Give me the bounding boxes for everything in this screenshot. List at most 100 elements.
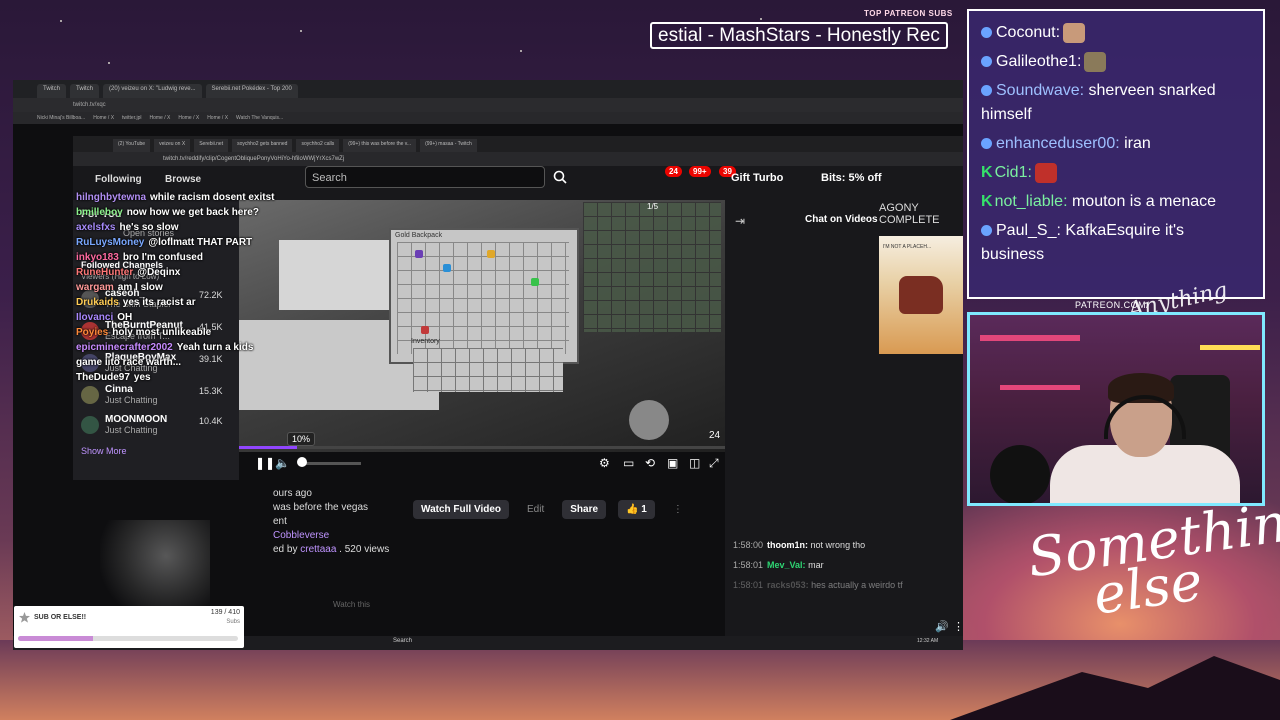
search-input[interactable]: Search [305, 166, 545, 188]
like-count: 1 [641, 504, 647, 515]
taskbar-search[interactable]: Search [393, 638, 412, 644]
volume-icon[interactable]: 🔈 [275, 456, 290, 470]
collapse-icon[interactable]: ⇥ [735, 214, 745, 228]
overlay-chat-line: TheDude97 yes [76, 370, 326, 385]
video-progress-bar[interactable] [239, 446, 725, 449]
volume-slider-knob[interactable] [297, 457, 307, 467]
chat-username[interactable]: racks053: [767, 580, 809, 590]
microphone [990, 445, 1050, 503]
stream-chat-box: Coconut: Galileothe1: Soundwave: sherveen … [967, 9, 1265, 299]
gift-turbo-button[interactable]: Gift Turbo [731, 172, 783, 184]
overlay-chat-line: bmilleboy now how we get back here? [76, 205, 326, 220]
volume-slider[interactable] [301, 462, 361, 465]
nav-browse[interactable]: Browse [165, 174, 201, 185]
pip-icon[interactable]: ▣ [667, 456, 678, 470]
notification-badge[interactable]: 24 [665, 166, 682, 177]
show-more-link[interactable]: Show More [81, 446, 127, 456]
overlay-chat-text: @Deqinx [137, 267, 181, 278]
settings-icon[interactable]: ⚙ [599, 456, 610, 470]
overlay-chat-text: bro I'm confused [122, 252, 203, 263]
chat-message: K Cid1: [981, 161, 1251, 185]
bookmark[interactable]: Home / X [207, 112, 228, 124]
emote-icon [1063, 22, 1086, 43]
overlay-chat-line: Poyies holy most unlikeable [76, 325, 326, 340]
inner-tab[interactable]: (99+) masaa - Twitch [420, 139, 477, 152]
clipper-link[interactable]: crettaaa [300, 544, 336, 555]
sidebar-channel[interactable]: MOONMOON Just Chatting [81, 414, 167, 435]
patreon-label: TOP PATREON SUBS [864, 9, 953, 18]
theatre-mode-icon[interactable]: ◫ [689, 456, 700, 470]
inner-tab[interactable]: soychho2 calls [296, 139, 340, 152]
chat-username[interactable]: thoom1n: [767, 540, 808, 550]
star [60, 20, 62, 22]
bookmark[interactable]: Home / X [93, 112, 114, 124]
cow-thumbnail[interactable]: I'M NOT A PLACEH... [879, 236, 963, 354]
overlay-chat-line: inkyo183 bro I'm confused [76, 250, 326, 265]
viewer-count: 10.4K [199, 416, 223, 426]
overlay-chat-text: game iito race warth... [76, 357, 182, 368]
pause-icon[interactable]: ❚❚ [255, 456, 275, 470]
star [760, 18, 762, 20]
overlay-chat-username: TheDude97 [76, 372, 130, 383]
overlay-chat-username: hilnghbytewna [76, 192, 146, 203]
outer-address-bar[interactable]: twitch.tv/xqc [13, 98, 963, 112]
clip-category-link[interactable]: Cobbleverse [273, 530, 389, 544]
viewer-count: 15.3K [199, 386, 223, 396]
platform-badge-icon [981, 138, 992, 150]
outer-tab[interactable]: Serebii.net Pokédex - Top 200 [205, 84, 298, 98]
edit-button[interactable]: Edit [521, 500, 550, 519]
outer-tab[interactable]: Twitch [70, 84, 100, 98]
watch-full-video-button[interactable]: Watch Full Video [413, 500, 510, 519]
sub-goal-widget: SUB OR ELSE!! 139 / 410 Subs [14, 606, 244, 648]
cow-image [899, 276, 943, 314]
shelf [980, 335, 1080, 341]
outer-tab[interactable]: (20) veizeu on X: "Ludwig reve... [103, 84, 202, 98]
share-button[interactable]: Share [562, 500, 607, 519]
sidebar-channel[interactable]: Cinna Just Chatting [81, 384, 158, 405]
bookmark[interactable]: Watch The Vanquis... [236, 112, 283, 124]
inner-tab[interactable]: (99+) this was before the v... [343, 139, 417, 152]
bookmark[interactable]: Nicki Minaj's Billboa... [37, 112, 85, 124]
overlay-chat-line: Ilovanci OH [76, 310, 326, 325]
cast-icon[interactable]: ▭ [623, 456, 634, 470]
inner-tab[interactable]: Serebii.net [194, 139, 229, 152]
nav-following[interactable]: Following [95, 174, 142, 185]
webcam-feed [967, 312, 1265, 506]
volume-icon[interactable]: 🔊 [935, 620, 949, 633]
inventory-title: Gold Backpack [395, 232, 443, 239]
like-button[interactable]: 👍 1 [618, 500, 655, 519]
fullscreen-icon[interactable]: ⤢ [709, 456, 719, 471]
bookmark[interactable]: twitter.jpl [122, 112, 141, 124]
emote-icon [1084, 51, 1107, 72]
item-icon [443, 264, 451, 272]
overlay-chat-line: epicminecrafter2002 Yeah turn a kids [76, 340, 326, 355]
bookmark[interactable]: Home / X [178, 112, 199, 124]
overlay-chat-username: axelsfxs [76, 222, 116, 233]
ticker-text: estial - MashStars - Honestly Rec [658, 25, 940, 46]
bits-button[interactable]: Bits: 5% off [821, 172, 882, 184]
star [108, 62, 110, 64]
item-icon [531, 278, 539, 286]
notification-badge[interactable]: 99+ [689, 166, 711, 177]
inner-tab[interactable]: (2) YouTube [113, 139, 151, 152]
kick-badge-icon: K [981, 193, 993, 210]
chat-username[interactable]: Mev_Val: [767, 560, 806, 570]
chat-timestamp: 1:58:00 [733, 540, 764, 550]
clip-icon[interactable]: ⟲ [645, 456, 655, 470]
sub-goal-progress-fill [18, 636, 93, 641]
chat-message: Soundwave: sherveen snarked himself [981, 79, 1251, 127]
bookmarks-bar: Nicki Minaj's Billboa... Home / X twitte… [13, 112, 963, 124]
inner-address-bar[interactable]: twitch.tv/reddify/clip/CogentObliquePony… [73, 152, 963, 166]
more-icon[interactable]: ⋮ [953, 620, 963, 633]
overlay-chat-username: Poyies [76, 327, 109, 338]
inner-tab[interactable]: veizeu on X [154, 139, 191, 152]
kick-badge-icon: K [981, 164, 993, 181]
overlay-chat-username: bmilleboy [76, 207, 123, 218]
search-icon[interactable] [553, 170, 567, 184]
more-options-icon[interactable]: ⋮ [667, 500, 689, 519]
outer-tab[interactable]: Twitch [37, 84, 67, 98]
inner-tab[interactable]: soychho2 gets banned [232, 139, 293, 152]
chat-text: mouton is a menace [1071, 193, 1217, 210]
platform-badge-icon [981, 27, 992, 39]
bookmark[interactable]: Home / X [150, 112, 171, 124]
